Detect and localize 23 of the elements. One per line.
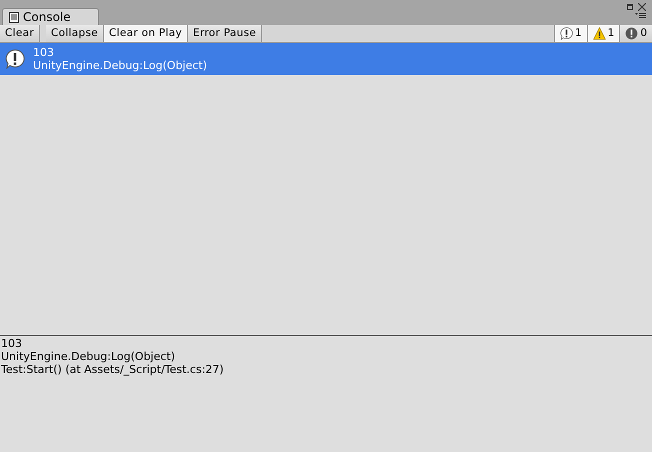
- clear-button[interactable]: Clear: [0, 25, 40, 42]
- toggle-button[interactable]: Collapse: [46, 25, 104, 42]
- console-tab[interactable]: Console: [2, 8, 99, 25]
- info-icon: [5, 49, 25, 69]
- info-icon: [560, 27, 573, 40]
- detail-text: UnityEngine.Debug:Log(Object): [1, 350, 176, 363]
- close-icon[interactable]: [638, 3, 646, 11]
- error-icon: [625, 27, 638, 40]
- warning-icon: [592, 27, 606, 40]
- menu-icon[interactable]: [635, 12, 646, 19]
- toggle-button[interactable]: Error Pause: [188, 25, 262, 42]
- log-text: 103: [33, 46, 55, 59]
- log-text: UnityEngine.Debug:Log(Object): [33, 59, 208, 72]
- maximize-icon[interactable]: [626, 4, 632, 10]
- detail-text: 103: [1, 337, 23, 350]
- info-filter-toggle[interactable]: 1: [554, 25, 587, 42]
- error-filter-toggle[interactable]: 0: [619, 25, 652, 42]
- log-entry[interactable]: 103 UnityEngine.Debug:Log(Object): [0, 43, 652, 75]
- tab-title: Console: [23, 9, 71, 26]
- toggle-button[interactable]: Clear on Play: [104, 25, 188, 42]
- console-icon: [9, 12, 19, 22]
- detail-text: Test:Start() (at Assets/_Script/Test.cs:27): [1, 363, 225, 376]
- warning-filter-toggle[interactable]: 1: [586, 25, 620, 42]
